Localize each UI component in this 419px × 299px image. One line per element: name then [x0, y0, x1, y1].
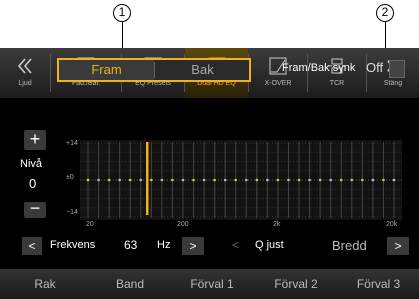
front-rear-sync-label: Fram/Bak synk	[282, 62, 356, 74]
band-point	[202, 178, 206, 182]
preset-forval-1[interactable]: Förval 1	[170, 269, 254, 299]
frequency-label: Frekvens	[50, 239, 96, 251]
frequency-value: 63	[124, 238, 138, 252]
x-label-20: 20	[86, 221, 94, 228]
x-label-2k: 2k	[273, 221, 281, 228]
selected-band-marker[interactable]	[146, 142, 149, 215]
double-chevron-left-icon	[15, 56, 35, 76]
band-point	[287, 178, 290, 182]
preset-forval-3[interactable]: Förval 3	[338, 269, 419, 299]
y-label-top: +14	[66, 140, 78, 147]
front-rear-selector: Fram Bak	[57, 58, 251, 82]
preset-bar: Rak Band Förval 1 Förval 2 Förval 3	[0, 269, 419, 299]
preset-rak[interactable]: Rak	[0, 269, 90, 299]
frequency-unit: Hz	[157, 239, 171, 251]
front-rear-sync-value[interactable]: Off	[366, 60, 383, 75]
q-label: Q just	[255, 239, 284, 251]
q-value: Bredd	[332, 238, 367, 253]
callout-2: 2	[376, 4, 394, 22]
freq-next-button[interactable]: >	[182, 237, 204, 255]
band-point	[266, 178, 269, 182]
band-point	[371, 178, 375, 182]
band-point	[308, 178, 311, 182]
band-point	[118, 178, 121, 182]
band-point	[361, 178, 364, 182]
band-point	[160, 178, 164, 182]
level-minus-button[interactable]: −	[24, 199, 46, 218]
y-label-mid: ±0	[66, 174, 74, 181]
preset-forval-2[interactable]: Förval 2	[254, 269, 338, 299]
q-next-button[interactable]: >	[387, 237, 409, 255]
band-point	[318, 178, 322, 182]
band-point	[392, 178, 396, 182]
x-label-200: 200	[177, 221, 189, 228]
band-point	[171, 178, 174, 182]
band-point	[350, 178, 354, 182]
band-point	[86, 178, 90, 182]
band-point	[139, 178, 143, 182]
band-point	[297, 178, 301, 182]
rear-button[interactable]: Bak	[156, 60, 249, 80]
level-label: Nivå	[20, 158, 43, 170]
tab-ljud[interactable]: Ljud	[0, 48, 50, 98]
y-label-bottom: −14	[66, 209, 78, 216]
q-prev-button[interactable]: <	[232, 238, 239, 252]
callout-1: 1	[113, 4, 131, 22]
freq-prev-button[interactable]: <	[22, 237, 42, 255]
band-point	[97, 178, 100, 182]
band-point	[329, 178, 332, 182]
band-point	[192, 178, 195, 182]
level-plus-button[interactable]: +	[24, 130, 46, 150]
x-label-20k: 20k	[386, 221, 398, 228]
preset-band[interactable]: Band	[90, 269, 170, 299]
band-point	[382, 178, 385, 182]
front-rear-sync-toggle[interactable]	[389, 60, 405, 78]
band-point	[244, 178, 248, 182]
band-point	[234, 178, 238, 182]
band-point	[181, 178, 185, 182]
band-point	[339, 178, 343, 182]
band-point	[255, 178, 259, 182]
level-value: 0	[29, 176, 37, 191]
band-point	[107, 178, 111, 182]
band-point	[213, 178, 216, 182]
band-point	[223, 178, 227, 182]
band-point	[150, 178, 153, 182]
eq-graph[interactable]	[80, 140, 402, 220]
front-button[interactable]: Fram	[59, 60, 154, 80]
band-point	[128, 178, 132, 182]
band-point	[276, 178, 280, 182]
